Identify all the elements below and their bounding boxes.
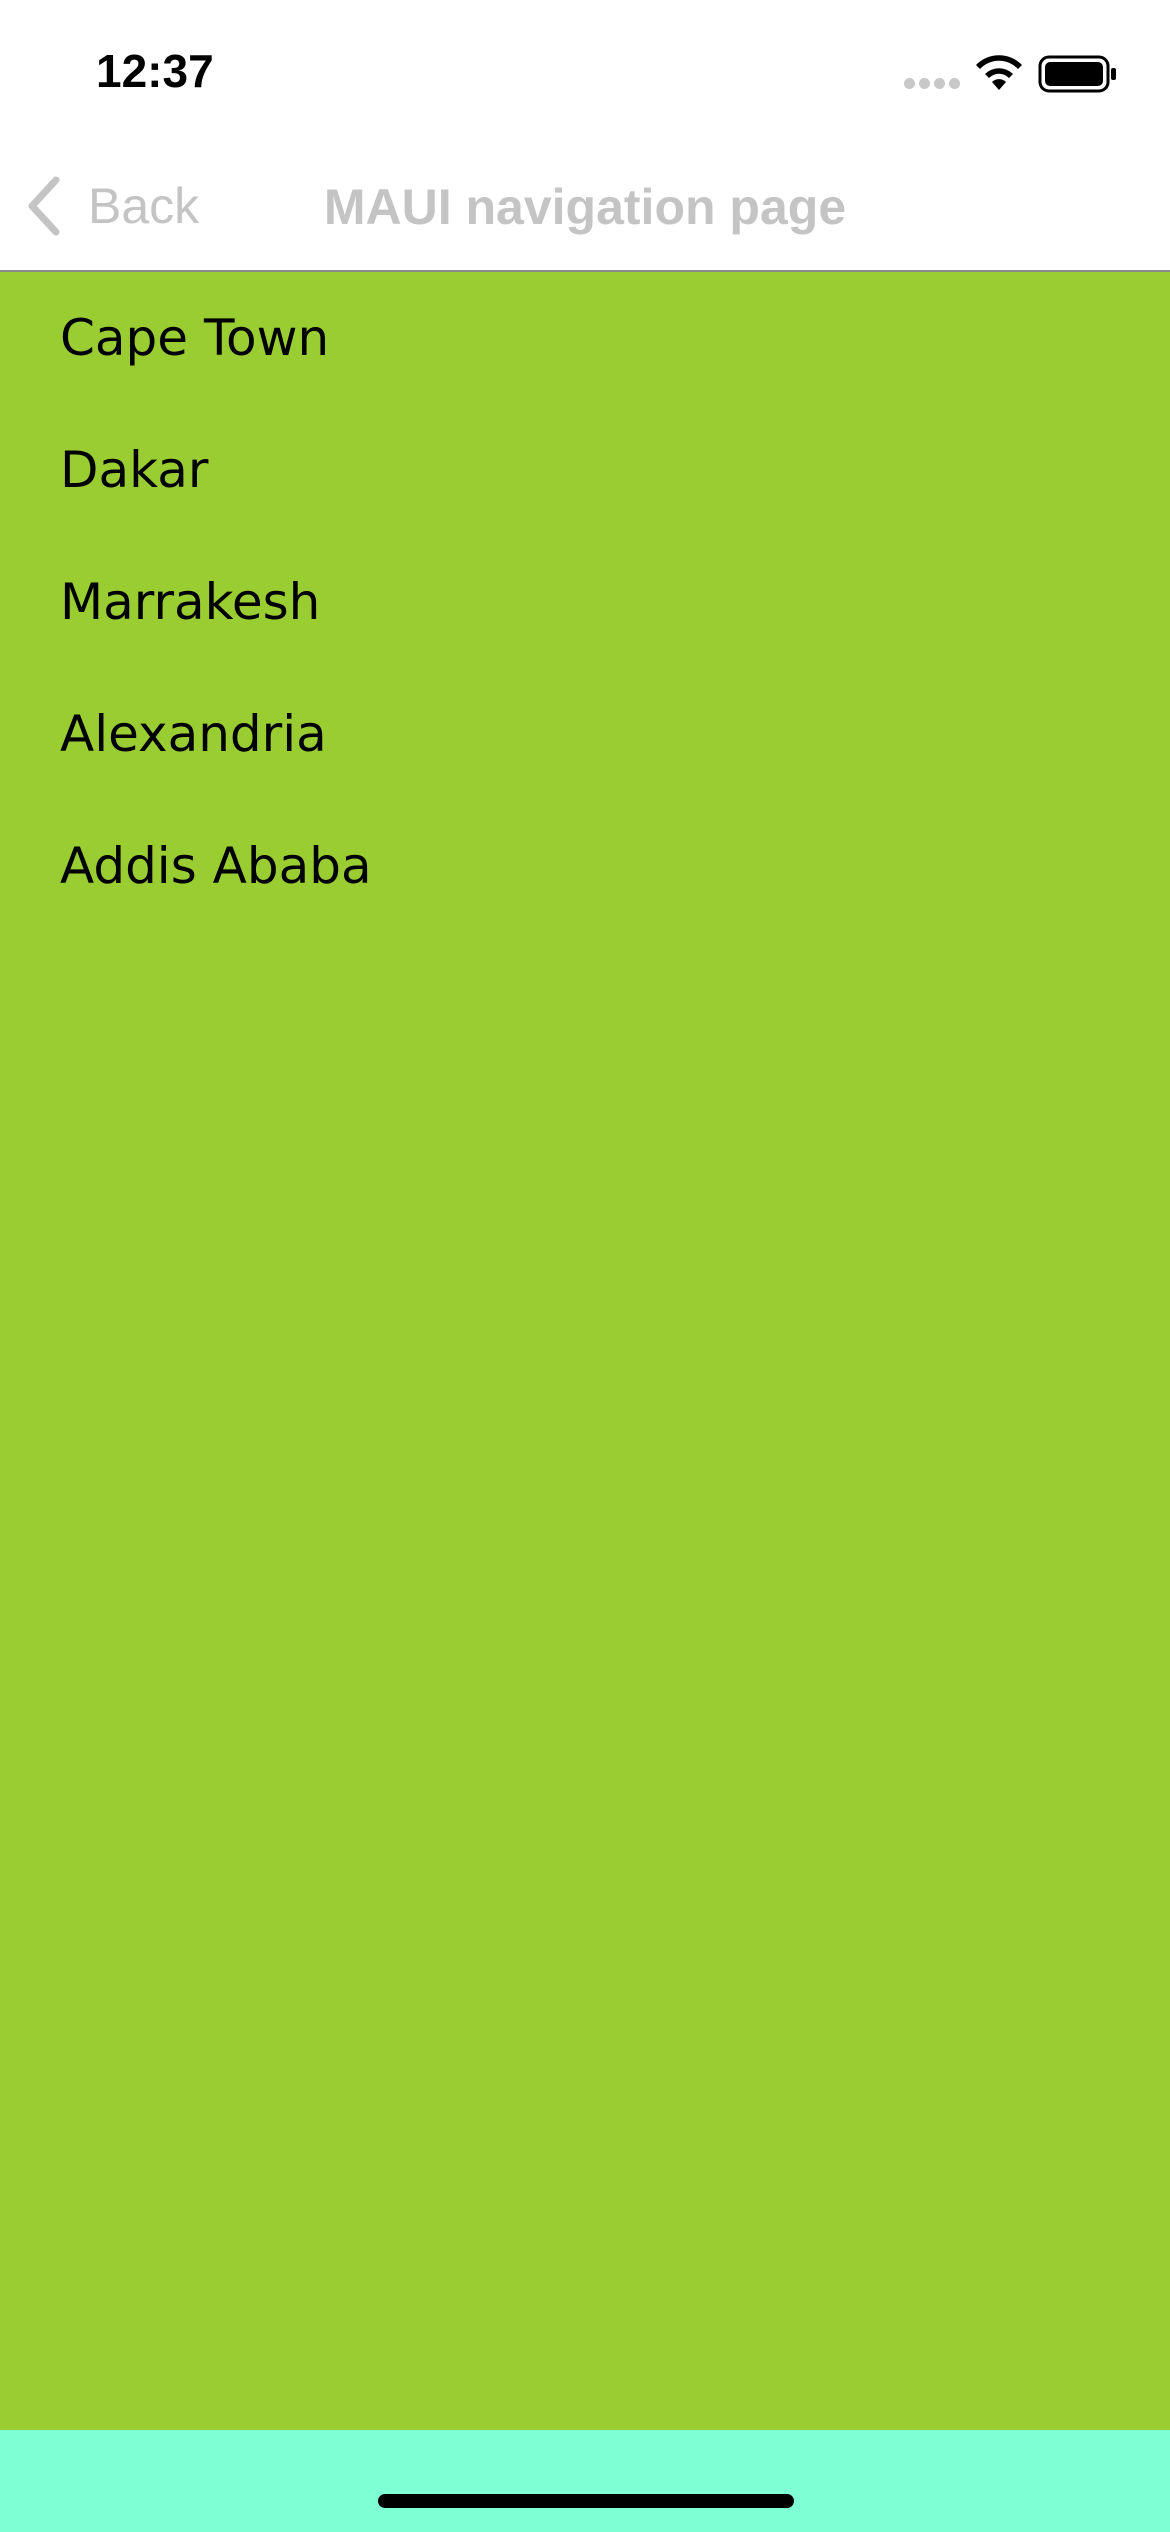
list-item[interactable]: Addis Ababa [0,800,1170,932]
page-title: MAUI navigation page [323,179,847,235]
navigation-bar: Back MAUI navigation page [0,140,1170,272]
list-item[interactable]: Dakar [0,404,1170,536]
list-item[interactable]: Cape Town [0,272,1170,404]
signal-dots-icon [904,78,960,92]
content-area: Cape Town Dakar Marrakesh Alexandria Add… [0,272,1170,2430]
home-indicator[interactable] [378,2494,794,2508]
list-item[interactable]: Marrakesh [0,536,1170,668]
status-time: 12:37 [96,45,214,97]
screen: 12:37 Back MAUI navigation page Cape Tow… [0,0,1170,2532]
city-list: Cape Town Dakar Marrakesh Alexandria Add… [0,272,1170,932]
bottom-safe-area [0,2430,1170,2532]
battery-icon [1038,55,1116,93]
wifi-icon [976,55,1022,90]
status-bar: 12:37 [0,0,1170,140]
list-item[interactable]: Alexandria [0,668,1170,800]
